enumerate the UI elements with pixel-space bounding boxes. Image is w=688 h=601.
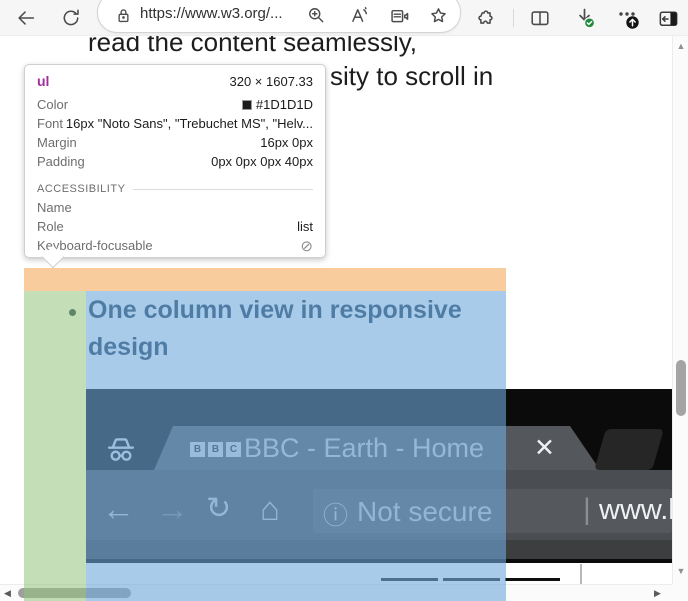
vertical-scrollbar-thumb[interactable] bbox=[676, 360, 686, 416]
color-swatch bbox=[242, 100, 252, 110]
inspect-tooltip: ul 320 × 1607.33 Color #1D1D1D Font 16px… bbox=[24, 64, 326, 258]
extensions-icon[interactable] bbox=[472, 5, 498, 31]
scrollbar-corner bbox=[672, 584, 688, 601]
favorite-star-icon[interactable] bbox=[426, 3, 450, 27]
element-dimensions: 320 × 1607.33 bbox=[230, 74, 314, 89]
immersive-reader-icon[interactable] bbox=[387, 3, 411, 27]
read-aloud-icon[interactable] bbox=[347, 3, 371, 27]
browser-toolbar: https://www.w3.org/... bbox=[0, 0, 688, 36]
scroll-right-icon[interactable]: ▶ bbox=[654, 588, 661, 599]
highlight-padding-overlay bbox=[24, 291, 86, 601]
accessibility-rule bbox=[133, 189, 313, 190]
property-value: 16px "Noto Sans", "Trebuchet MS", "Helv.… bbox=[66, 116, 313, 131]
zoom-in-icon[interactable] bbox=[304, 3, 328, 27]
bbc-address-divider: | bbox=[583, 493, 591, 527]
split-screen-icon[interactable] bbox=[527, 5, 553, 31]
browser-window: read the content seamlessly, sity to scr… bbox=[0, 0, 688, 601]
scroll-left-icon[interactable]: ◀ bbox=[4, 588, 11, 599]
address-bar[interactable]: https://www.w3.org/... bbox=[97, 0, 461, 33]
bbc-close-tab-icon: ✕ bbox=[534, 433, 555, 463]
lock-icon[interactable] bbox=[111, 3, 135, 27]
property-label: Margin bbox=[37, 135, 77, 150]
property-label: Padding bbox=[37, 154, 85, 169]
scroll-up-icon[interactable]: ▲ bbox=[673, 41, 688, 51]
property-value: 0px 0px 0px 40px bbox=[211, 154, 313, 169]
accessibility-heading: ACCESSIBILITY bbox=[37, 183, 125, 195]
vertical-scrollbar[interactable]: ▲ ▼ bbox=[672, 36, 688, 584]
bbc-background-tab bbox=[594, 429, 664, 470]
refresh-button[interactable] bbox=[58, 5, 84, 31]
property-label: Font bbox=[37, 116, 63, 131]
accessibility-name-label: Name bbox=[37, 200, 72, 215]
highlight-content-overlay bbox=[86, 291, 506, 601]
page-paragraph-line2-fragment: sity to scroll in bbox=[330, 61, 493, 92]
scroll-down-icon[interactable]: ▼ bbox=[673, 566, 688, 576]
highlight-margin-overlay bbox=[24, 268, 506, 291]
accessibility-focusable-label: Keyboard-focusable bbox=[37, 238, 153, 253]
bbc-url-fragment: www.b bbox=[599, 494, 672, 527]
property-value: #1D1D1D bbox=[242, 97, 313, 112]
accessibility-role-label: Role bbox=[37, 219, 64, 234]
content-dash bbox=[505, 578, 560, 581]
toolbar-divider bbox=[513, 9, 514, 27]
element-tag: ul bbox=[37, 73, 49, 89]
property-value: 16px 0px bbox=[260, 135, 313, 150]
more-options-icon[interactable] bbox=[615, 5, 641, 31]
accessibility-role-value: list bbox=[297, 219, 313, 234]
sidebar-toggle-icon[interactable] bbox=[655, 5, 681, 31]
back-button[interactable] bbox=[13, 5, 39, 31]
content-divider-line bbox=[580, 564, 582, 584]
url-text[interactable]: https://www.w3.org/... bbox=[140, 5, 283, 22]
property-label: Color bbox=[37, 97, 68, 112]
not-focusable-icon: ⊘ bbox=[300, 237, 313, 255]
downloads-icon[interactable] bbox=[572, 5, 598, 31]
